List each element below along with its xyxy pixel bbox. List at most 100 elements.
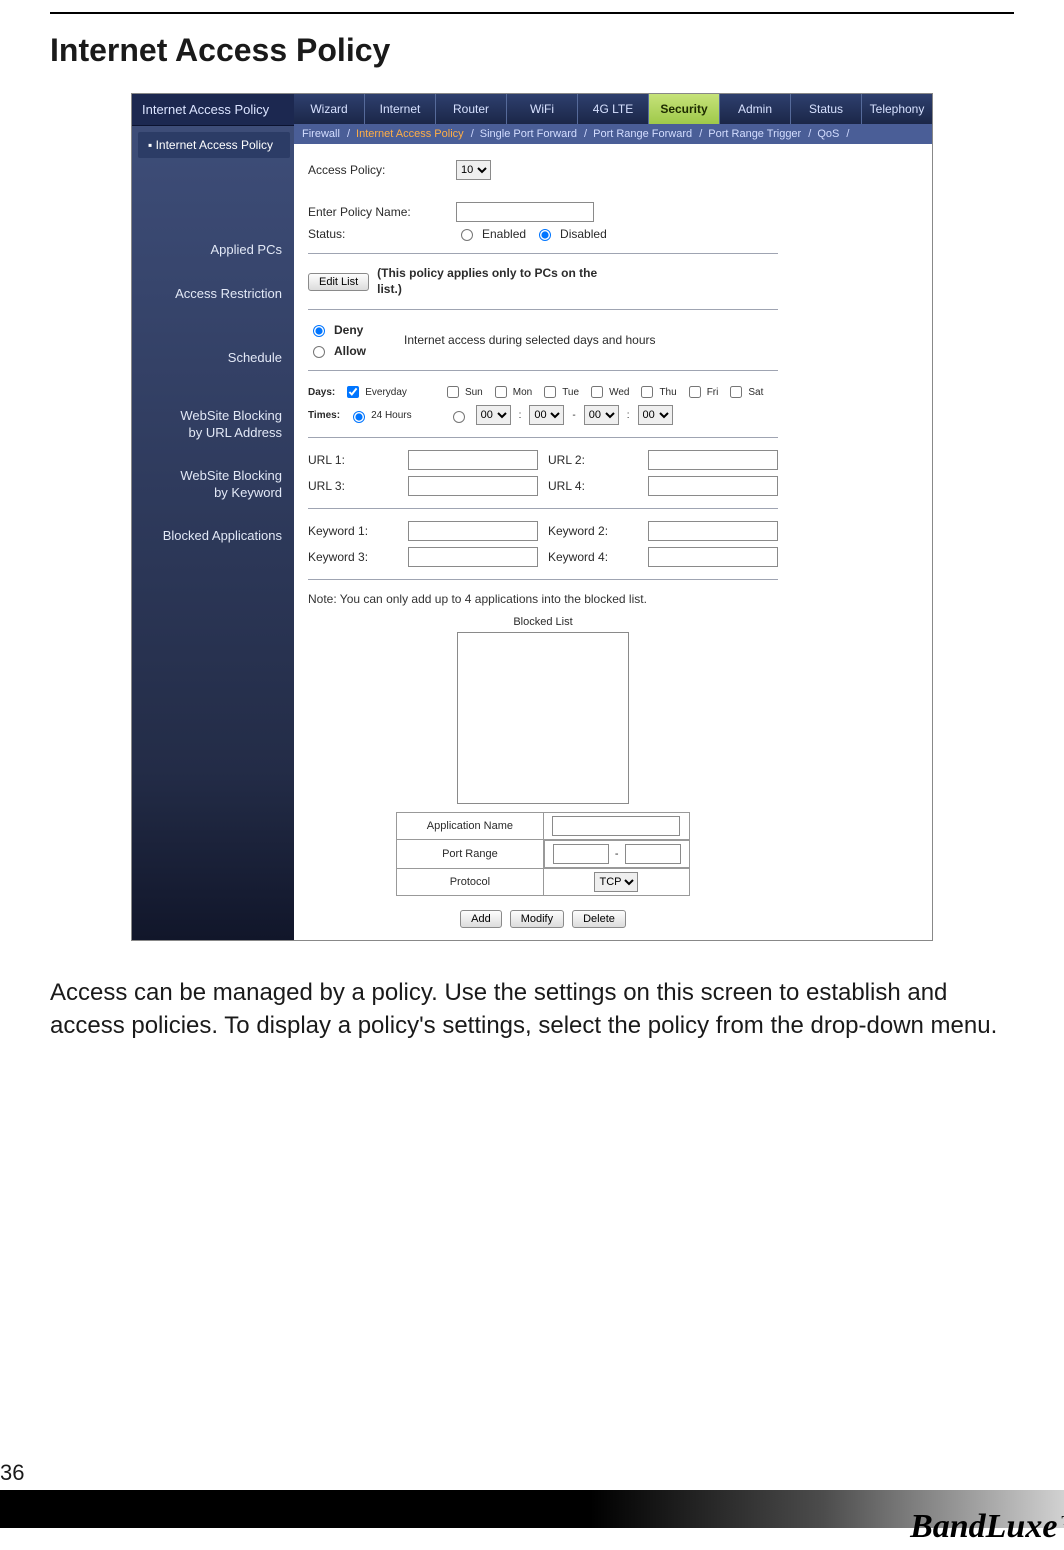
hours24-radio[interactable] [353,411,365,423]
sidebar-label-website-blocking-url: WebSite Blocking by URL Address [132,398,294,452]
app-name-label: Application Name [396,813,543,840]
day-tue[interactable]: Tue [540,383,579,401]
everyday-option[interactable]: Everyday [343,383,407,401]
add-button[interactable]: Add [460,910,502,928]
protocol-select[interactable]: TCP [594,872,638,892]
day-wed-checkbox[interactable] [591,386,603,398]
day-thu[interactable]: Thu [637,383,676,401]
body-paragraph: Access can be managed by a policy. Use t… [50,977,1014,1042]
tab-wifi[interactable]: WiFi [506,94,577,124]
blocked-list-box[interactable] [457,632,629,804]
page-number: 36 [0,1460,24,1486]
kw1-label: Keyword 1: [308,524,398,538]
subtab-firewall[interactable]: Firewall [302,128,350,140]
subtab-single-port-forward[interactable]: Single Port Forward [480,128,587,140]
day-mon[interactable]: Mon [491,383,532,401]
allow-text: Allow [334,344,366,358]
access-policy-select[interactable]: 10 [456,160,491,180]
day-sat-checkbox[interactable] [730,386,742,398]
tab-router[interactable]: Router [435,94,506,124]
subtab-port-range-trigger[interactable]: Port Range Trigger [708,128,811,140]
blocked-list-title: Blocked List [457,616,629,628]
port-range-to-input[interactable] [625,844,681,864]
status-enabled-option[interactable]: Enabled [456,226,526,241]
subtab-qos[interactable]: QoS [817,128,849,140]
day-mon-checkbox[interactable] [495,386,507,398]
day-thu-checkbox[interactable] [641,386,653,398]
status-enabled-text: Enabled [482,227,526,241]
url1-label: URL 1: [308,453,398,467]
tab-admin[interactable]: Admin [719,94,790,124]
day-sun[interactable]: Sun [443,383,483,401]
router-screenshot: Internet Access Policy Internet Access P… [131,93,933,941]
kw4-input[interactable] [648,547,778,567]
url4-input[interactable] [648,476,778,496]
application-table: Application Name Port Range - [396,812,690,896]
sidebar: Internet Access Policy Internet Access P… [132,94,294,940]
sub-tabs: Firewall Internet Access Policy Single P… [294,124,932,144]
kw1-input[interactable] [408,521,538,541]
kw3-input[interactable] [408,547,538,567]
status-disabled-option[interactable]: Disabled [534,226,607,241]
sidebar-label-blocked-applications: Blocked Applications [132,518,294,562]
hours24-option[interactable]: 24 Hours [348,408,412,423]
sidebar-label-text: by URL Address [132,425,282,442]
kw2-label: Keyword 2: [548,524,638,538]
sidebar-label-text: WebSite Blocking [180,468,282,483]
tab-security[interactable]: Security [648,94,719,124]
allow-radio[interactable] [313,346,325,358]
day-wed[interactable]: Wed [587,383,629,401]
app-name-input[interactable] [552,816,680,836]
tab-4glte[interactable]: 4G LTE [577,94,648,124]
applied-pcs-note: (This policy applies only to PCs on the … [377,266,617,297]
time-to-hour[interactable]: 00 [584,405,619,425]
sidebar-label-schedule: Schedule [132,340,294,384]
day-sat[interactable]: Sat [726,383,763,401]
url1-input[interactable] [408,450,538,470]
status-disabled-radio[interactable] [539,229,551,241]
tab-internet[interactable]: Internet [364,94,435,124]
day-sun-checkbox[interactable] [447,386,459,398]
sidebar-label-website-blocking-keyword: WebSite Blocking by Keyword [132,458,294,512]
sidebar-label-applied-pcs: Applied PCs [132,232,294,276]
tab-status[interactable]: Status [790,94,861,124]
tab-telephony[interactable]: Telephony [861,94,932,124]
everyday-checkbox[interactable] [347,386,359,398]
port-range-from-input[interactable] [553,844,609,864]
status-label: Status: [308,227,448,241]
subtab-internet-access-policy[interactable]: Internet Access Policy [356,128,474,140]
port-range-label: Port Range [396,840,543,869]
tab-wizard[interactable]: Wizard [294,94,364,124]
hours24-text: 24 Hours [371,410,412,421]
status-enabled-radio[interactable] [461,229,473,241]
sidebar-label-access-restriction: Access Restriction [132,276,294,320]
footer-bar [0,1490,1064,1528]
time-range-radio[interactable] [453,411,465,423]
everyday-text: Everyday [365,387,407,398]
deny-radio[interactable] [313,325,325,337]
time-from-min[interactable]: 00 [529,405,564,425]
day-fri-checkbox[interactable] [689,386,701,398]
sidebar-item-internet-access-policy[interactable]: Internet Access Policy [138,132,290,158]
page-title: Internet Access Policy [50,32,1014,69]
allow-option[interactable]: Allow [308,343,366,358]
time-to-min[interactable]: 00 [638,405,673,425]
time-from-hour[interactable]: 00 [476,405,511,425]
url3-input[interactable] [408,476,538,496]
url2-input[interactable] [648,450,778,470]
deny-text: Deny [334,323,363,337]
delete-button[interactable]: Delete [572,910,626,928]
subtab-port-range-forward[interactable]: Port Range Forward [593,128,702,140]
top-tabs: Wizard Internet Router WiFi 4G LTE Secur… [294,94,932,124]
kw4-label: Keyword 4: [548,550,638,564]
protocol-label: Protocol [396,869,543,896]
policy-name-input[interactable] [456,202,594,222]
sidebar-label-text: by Keyword [132,485,282,502]
deny-option[interactable]: Deny [308,322,366,337]
edit-list-button[interactable]: Edit List [308,273,369,291]
blocked-apps-note: Note: You can only add up to 4 applicati… [308,592,778,606]
kw2-input[interactable] [648,521,778,541]
day-tue-checkbox[interactable] [544,386,556,398]
modify-button[interactable]: Modify [510,910,564,928]
day-fri[interactable]: Fri [685,383,719,401]
